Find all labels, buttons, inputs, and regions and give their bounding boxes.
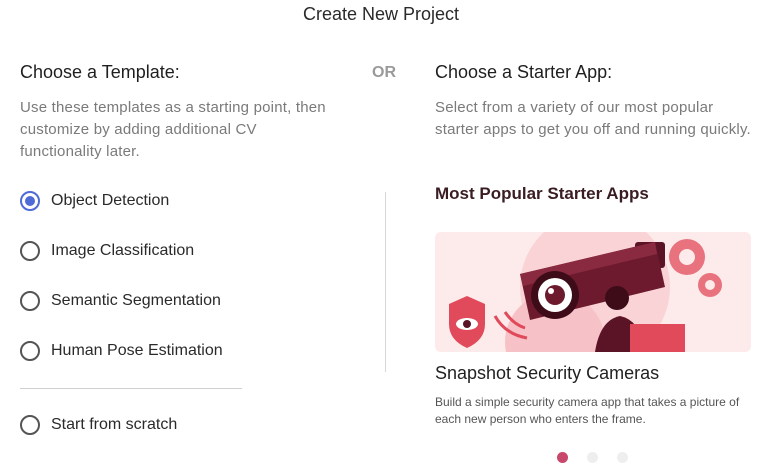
column-divider [385, 192, 386, 372]
starter-app-title[interactable]: Snapshot Security Cameras [435, 363, 659, 384]
starter-section: Choose a Starter App: Select from a vari… [435, 62, 755, 141]
option-label: Object Detection [51, 192, 170, 209]
starter-description: Select from a variety of our most popula… [435, 99, 751, 138]
option-semantic-segmentation[interactable]: Semantic Segmentation [20, 288, 223, 314]
option-label: Start from scratch [51, 416, 178, 433]
radio-object-detection[interactable] [20, 191, 40, 211]
options-divider [20, 388, 242, 389]
option-label: Image Classification [51, 242, 195, 259]
dialog-title: Create New Project [302, 4, 460, 24]
template-heading: Choose a Template: [20, 62, 180, 82]
radio-start-from-scratch[interactable] [20, 415, 40, 435]
option-start-from-scratch[interactable]: Start from scratch [20, 412, 177, 438]
option-label: Human Pose Estimation [51, 342, 223, 359]
carousel-dot-2[interactable] [587, 452, 598, 463]
template-description: Use these templates as a starting point,… [20, 99, 326, 160]
option-object-detection[interactable]: Object Detection [20, 188, 223, 214]
security-camera-illustration [449, 232, 722, 352]
radio-human-pose-estimation[interactable] [20, 341, 40, 361]
template-section: Choose a Template: Use these templates a… [20, 62, 340, 163]
starter-app-card-image[interactable] [435, 232, 751, 352]
starter-app-description: Build a simple security camera app that … [435, 395, 740, 426]
carousel-dot-3[interactable] [617, 452, 628, 463]
template-options: Object Detection Image Classification Se… [20, 188, 223, 388]
starter-heading: Choose a Starter App: [435, 62, 613, 82]
or-label: OR [372, 64, 396, 81]
popular-heading: Most Popular Starter Apps [435, 184, 649, 203]
radio-semantic-segmentation[interactable] [20, 291, 40, 311]
option-label: Semantic Segmentation [51, 292, 221, 309]
option-image-classification[interactable]: Image Classification [20, 238, 223, 264]
option-human-pose-estimation[interactable]: Human Pose Estimation [20, 338, 223, 364]
radio-image-classification[interactable] [20, 241, 40, 261]
carousel-dot-1[interactable] [557, 452, 568, 463]
carousel-pagination [557, 452, 628, 463]
